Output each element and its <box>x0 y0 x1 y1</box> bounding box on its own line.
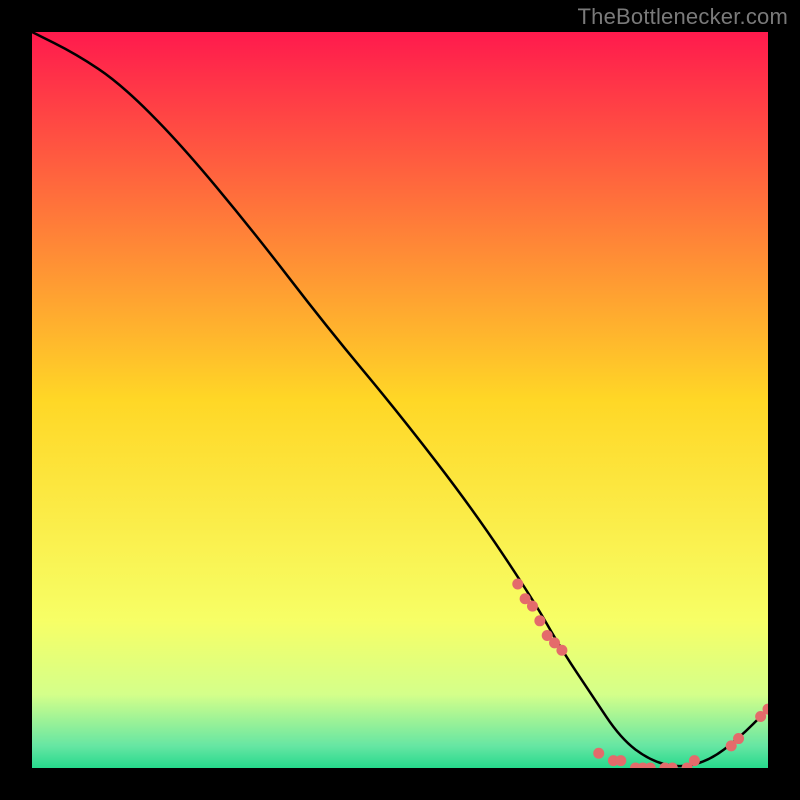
data-point <box>733 733 744 744</box>
data-point <box>593 748 604 759</box>
attribution-label: TheBottlenecker.com <box>578 4 788 30</box>
data-point <box>512 579 523 590</box>
data-point <box>615 755 626 766</box>
chart-frame: TheBottlenecker.com <box>0 0 800 800</box>
chart-svg <box>32 32 768 768</box>
gradient-background <box>32 32 768 768</box>
data-point <box>534 615 545 626</box>
data-point <box>527 601 538 612</box>
plot-area <box>32 32 768 768</box>
data-point <box>556 645 567 656</box>
data-point <box>689 755 700 766</box>
